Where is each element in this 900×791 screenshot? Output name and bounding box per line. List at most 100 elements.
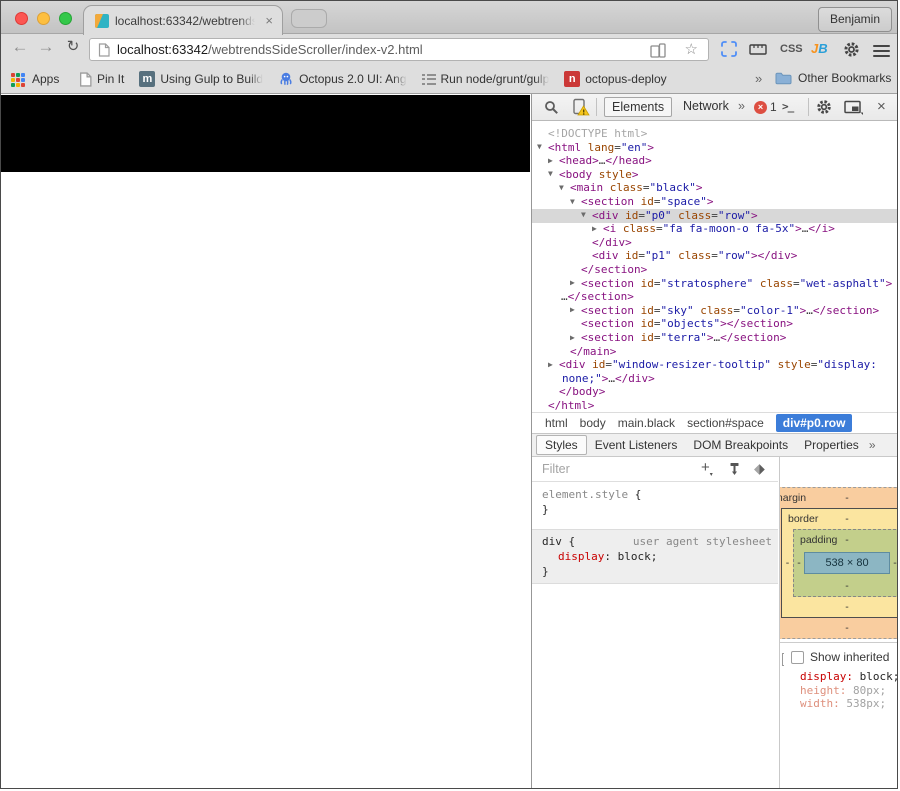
breadcrumb-item[interactable]: html (545, 416, 568, 430)
sidebar-tab-styles[interactable]: Styles (536, 435, 587, 455)
dock-side-icon[interactable] (844, 100, 863, 115)
dom-tree-line[interactable]: <i class="fa fa-moon-o fa-5x">…</i> (603, 222, 835, 236)
tab-title: localhost:63342/webtrends (115, 14, 255, 30)
twisty-icon[interactable]: ▼ (581, 210, 586, 219)
dom-tree-line[interactable]: <div id="p0" class="row"> (592, 209, 758, 223)
dom-tree-line[interactable]: <section id="sky" class="color-1">…</sec… (581, 304, 879, 318)
bookmark-label: Run node/grunt/gulp (441, 72, 550, 86)
dom-tree-line[interactable]: <body style> (559, 168, 639, 182)
title-bar: localhost:63342/webtrends × Benjamin (1, 1, 898, 34)
window-resizer-extension-icon[interactable] (719, 39, 739, 59)
dom-tree-line[interactable]: none;">…</div> (562, 372, 655, 386)
page-icon[interactable] (98, 43, 110, 57)
bookmark-item[interactable]: Octopus 2.0 UI: Ang (278, 71, 406, 87)
profile-button[interactable]: Benjamin (818, 7, 892, 32)
twisty-icon[interactable]: ▶ (592, 224, 597, 233)
twisty-icon[interactable]: ▶ (570, 333, 575, 342)
element-state-pin-icon[interactable] (728, 462, 741, 476)
toolbar-separator (808, 98, 809, 116)
dom-tree-line[interactable]: <section id="terra">…</section> (581, 331, 786, 345)
error-count[interactable]: 1 (770, 100, 777, 114)
ruler-extension-icon[interactable] (749, 41, 767, 57)
jetbrains-extension-icon[interactable]: JB (811, 41, 828, 56)
menu-hamburger-icon[interactable] (873, 42, 890, 60)
apps-grid-icon[interactable] (11, 73, 25, 87)
error-count-icon[interactable]: × (754, 101, 767, 114)
breadcrumb-item[interactable]: section#space (687, 416, 764, 430)
dom-tree-line[interactable]: <div id="p1" class="row"></div> (592, 249, 797, 263)
url-text[interactable]: localhost:63342/webtrendsSideScroller/in… (117, 42, 423, 57)
twisty-icon[interactable]: ▼ (537, 142, 542, 151)
breadcrumb-item[interactable]: main.black (618, 416, 675, 430)
more-tabs-chevron[interactable]: » (731, 97, 752, 115)
twisty-icon[interactable]: ▼ (570, 197, 575, 206)
dom-tree-line[interactable]: <section id="objects"></section> (581, 317, 793, 331)
rule-origin: user agent stylesheet (633, 534, 772, 549)
octopus-icon (278, 71, 294, 87)
dom-tree-line[interactable]: <html lang="en"> (548, 141, 654, 155)
bookmark-star-icon[interactable]: ☆ (685, 40, 698, 58)
dom-tree-line[interactable]: </section> (581, 263, 647, 277)
settings-gear-icon[interactable] (843, 41, 860, 58)
bookmark-item[interactable]: Pin It (79, 72, 124, 87)
tab-elements[interactable]: Elements (604, 97, 672, 117)
sidebar-tab-properties[interactable]: Properties (796, 436, 867, 454)
breadcrumb-item[interactable]: body (580, 416, 606, 430)
computed-property: height: 80px; (800, 684, 898, 698)
sidebar-tab-dom-breakpoints[interactable]: DOM Breakpoints (685, 436, 796, 454)
close-devtools-icon[interactable]: × (877, 98, 886, 115)
twisty-icon[interactable]: ▼ (559, 183, 564, 192)
dom-tree-line[interactable]: </body> (559, 385, 605, 399)
sidebar-more-chevron[interactable]: » (869, 438, 876, 452)
dom-tree-line[interactable]: <section id="space"> (581, 195, 713, 209)
twisty-icon[interactable]: ▶ (570, 305, 575, 314)
show-inherited-checkbox[interactable] (791, 651, 804, 664)
console-drawer-icon[interactable]: >_ (782, 100, 793, 113)
dom-tree-line[interactable]: </html> (548, 399, 594, 412)
back-button[interactable]: ← (9, 37, 31, 57)
twisty-icon[interactable]: ▼ (548, 169, 553, 178)
dom-tree: <!DOCTYPE html><html lang="en"> ▼ <head>…<… (532, 121, 898, 412)
styles-filter-input[interactable]: Filter (542, 462, 570, 476)
sidebar-tab-event-listeners[interactable]: Event Listeners (587, 436, 686, 454)
rule-user-agent-div[interactable]: div {user agent stylesheet display: bloc… (532, 529, 778, 584)
reload-button[interactable]: ↻ (62, 37, 84, 55)
dom-tree-line[interactable]: <div id="window-resizer-tooltip" style="… (559, 358, 877, 372)
bookmarks-overflow-chevron[interactable]: » (755, 71, 762, 86)
forward-button[interactable]: → (35, 37, 57, 57)
inspect-search-icon[interactable] (544, 100, 559, 115)
close-window-button[interactable] (15, 12, 28, 25)
new-tab-button[interactable] (291, 9, 327, 28)
tab-close-icon[interactable]: × (265, 13, 273, 28)
css-extension-icon[interactable]: CSS (780, 43, 803, 55)
apps-label[interactable]: Apps (32, 72, 59, 86)
rule-element-style[interactable]: element.style { } (532, 483, 778, 521)
computed-property: display: block; (800, 670, 898, 684)
dom-tree-line[interactable]: </div> (592, 236, 632, 250)
bookmark-item[interactable]: mUsing Gulp to Build (139, 71, 263, 87)
tab-network[interactable]: Network (676, 97, 736, 115)
address-bar[interactable]: localhost:63342/webtrendsSideScroller/in… (89, 38, 709, 61)
new-style-rule-icon[interactable]: + (701, 459, 713, 476)
twisty-icon[interactable]: ▶ (570, 278, 575, 287)
bookmark-item[interactable]: Run node/grunt/gulp (422, 72, 550, 86)
twisty-icon[interactable]: ▶ (548, 360, 553, 369)
minimize-window-button[interactable] (37, 12, 50, 25)
twisty-icon[interactable]: ▶ (548, 156, 553, 165)
other-bookmarks-button[interactable]: Other Bookmarks (775, 71, 891, 85)
dom-tree-line[interactable]: <section id="stratosphere" class="wet-as… (581, 277, 892, 291)
dom-tree-line[interactable]: </main> (570, 345, 616, 359)
breadcrumb-item[interactable]: div#p0.row (776, 414, 853, 432)
dom-tree-line[interactable]: …</section> (561, 290, 634, 304)
devtools-settings-gear-icon[interactable] (816, 99, 832, 115)
zoom-window-button[interactable] (59, 12, 72, 25)
mobile-devices-icon[interactable] (650, 43, 666, 58)
browser-tab[interactable]: localhost:63342/webtrends × (83, 5, 283, 35)
dom-tree-line[interactable]: <!DOCTYPE html> (548, 127, 647, 141)
dom-tree-line[interactable]: <main class="black"> (570, 181, 702, 195)
device-mode-warning-icon[interactable] (571, 98, 590, 117)
color-format-diamond-icon[interactable] (753, 463, 766, 476)
dom-tree-line[interactable]: <head>…</head> (559, 154, 652, 168)
box-model-diagram[interactable]: margin - - border - - (780, 457, 898, 642)
bookmark-item[interactable]: noctopus-deploy (564, 71, 666, 87)
